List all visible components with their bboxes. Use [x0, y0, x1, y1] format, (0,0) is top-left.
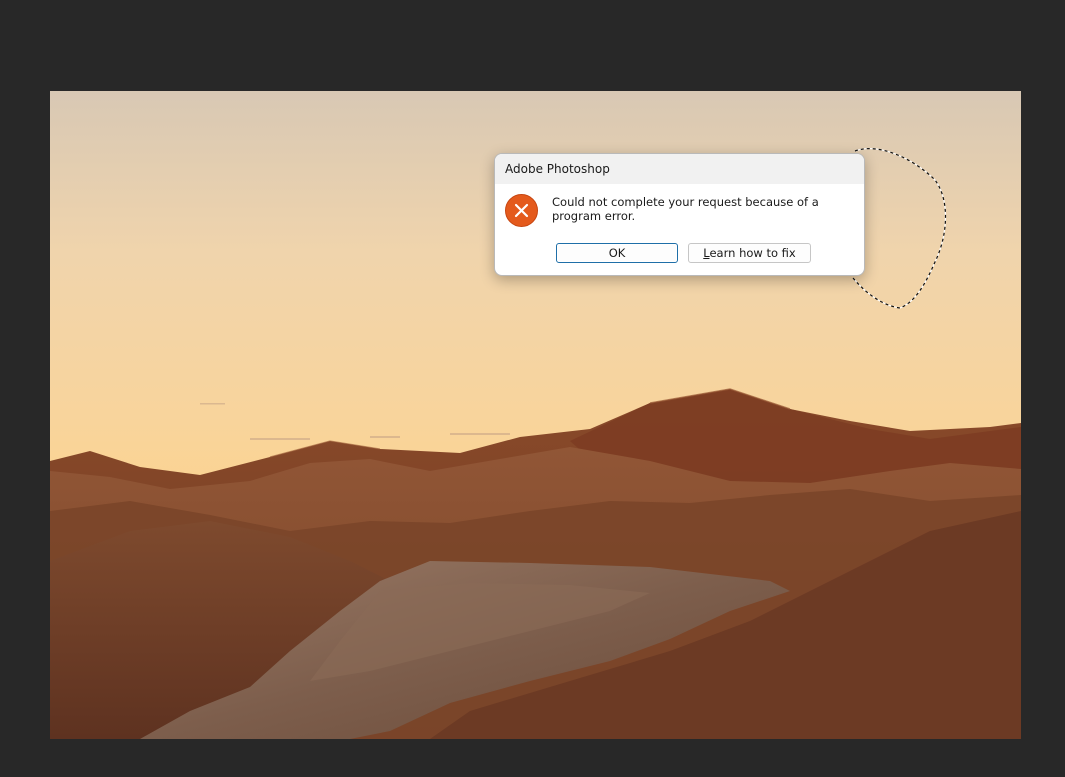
learn-how-to-fix-button[interactable]: Learn how to fix	[688, 243, 811, 263]
error-x-icon	[505, 194, 538, 227]
ok-button[interactable]: OK	[556, 243, 678, 263]
error-dialog: Adobe Photoshop Could not complete your …	[494, 153, 865, 276]
error-message: Could not complete your request because …	[552, 195, 819, 223]
photoshop-workspace: Adobe Photoshop Could not complete your …	[0, 0, 1065, 777]
dialog-titlebar[interactable]: Adobe Photoshop	[495, 154, 864, 184]
fix-button-label-rest: earn how to fix	[709, 246, 796, 260]
dialog-title: Adobe Photoshop	[505, 162, 610, 176]
